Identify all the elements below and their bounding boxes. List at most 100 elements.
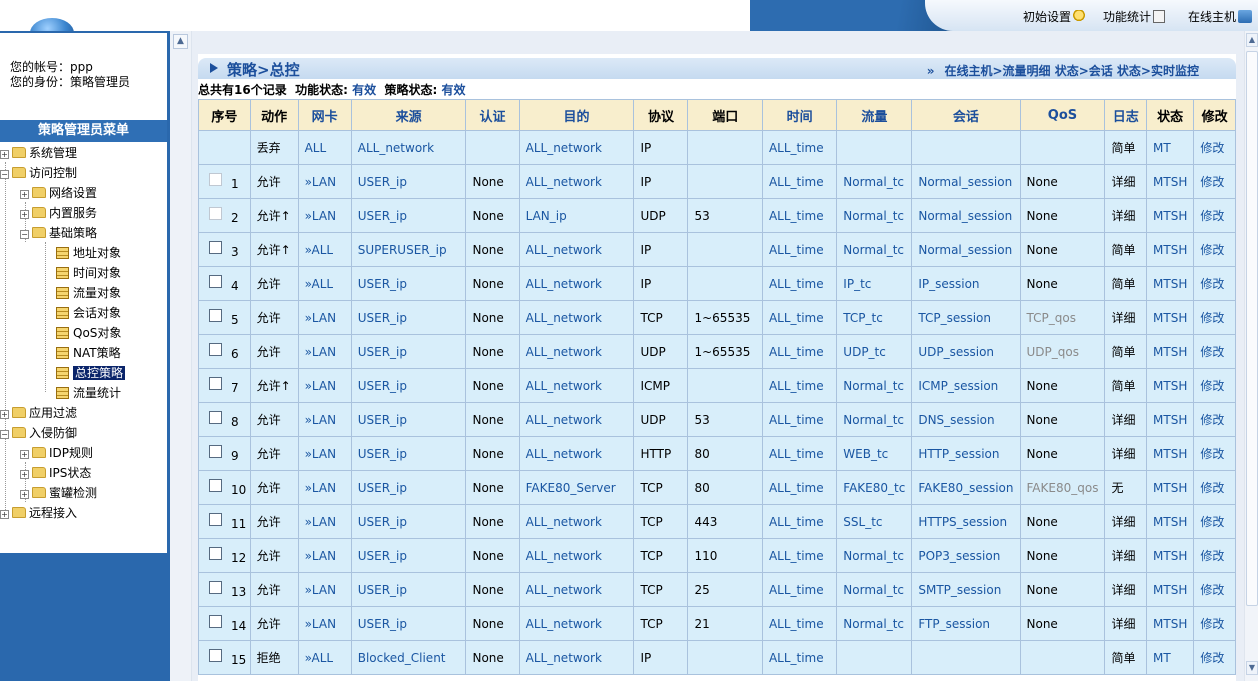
col-header-source[interactable]: 来源 [350, 99, 467, 131]
cell-nic[interactable]: »LAN [297, 538, 352, 573]
cell-status[interactable]: MTSH [1146, 300, 1195, 335]
cell-status[interactable]: MTSH [1146, 266, 1195, 301]
cell-session[interactable]: POP3_session [911, 538, 1021, 573]
cell-source[interactable]: USER_ip [350, 266, 467, 301]
edit-link[interactable]: 修改 [1193, 266, 1236, 301]
cell-nic[interactable]: »LAN [297, 470, 352, 505]
cell-source[interactable]: USER_ip [350, 300, 467, 335]
online-hosts-link[interactable]: 在线主机 [1188, 8, 1253, 25]
cell-status[interactable]: MTSH [1146, 198, 1195, 233]
edit-link[interactable]: 修改 [1193, 402, 1236, 437]
edit-link[interactable]: 修改 [1193, 572, 1236, 607]
cell-source[interactable]: USER_ip [350, 572, 467, 607]
cell-destination[interactable]: ALL_network [518, 572, 635, 607]
cell-source[interactable]: USER_ip [350, 334, 467, 369]
cell-session[interactable]: FAKE80_session [911, 470, 1021, 505]
menu-item-time-objects[interactable]: 时间对象 [56, 263, 121, 283]
expand-icon[interactable]: + [20, 210, 29, 219]
cell-destination[interactable]: ALL_network [518, 368, 635, 403]
cell-source[interactable]: USER_ip [350, 402, 467, 437]
cell-time[interactable]: ALL_time [761, 198, 838, 233]
cell-destination[interactable]: ALL_network [518, 504, 635, 539]
expand-icon[interactable]: + [20, 470, 29, 479]
cell-source[interactable]: SUPERUSER_ip [350, 232, 467, 267]
cell-status[interactable]: MTSH [1146, 334, 1195, 369]
edit-link[interactable]: 修改 [1193, 198, 1236, 233]
row-select-checkbox[interactable] [209, 274, 222, 288]
initial-settings-link[interactable]: 初始设置 [1023, 8, 1086, 25]
menu-item-builtin-services[interactable]: + 内置服务 [20, 203, 97, 223]
cell-nic[interactable]: »LAN [297, 164, 352, 199]
menu-item-access-control[interactable]: − 访问控制 [0, 163, 77, 183]
cell-time[interactable]: ALL_time [761, 266, 838, 301]
menu-item-nat-policy[interactable]: NAT策略 [56, 343, 121, 363]
cell-session[interactable]: UDP_session [911, 334, 1021, 369]
cell-flow[interactable]: Normal_tc [836, 606, 913, 641]
cell-status[interactable]: MTSH [1146, 606, 1195, 641]
edit-link[interactable]: 修改 [1193, 130, 1236, 165]
col-header-time[interactable]: 时间 [761, 99, 838, 131]
cell-nic[interactable]: ALL [297, 130, 352, 165]
cell-flow[interactable]: Normal_tc [836, 538, 913, 573]
menu-item-intrusion-defense[interactable]: − 入侵防御 [0, 423, 77, 443]
col-header-session[interactable]: 会话 [911, 99, 1021, 131]
cell-nic[interactable]: »LAN [297, 504, 352, 539]
edit-link[interactable]: 修改 [1193, 606, 1236, 641]
cell-session[interactable]: HTTPS_session [911, 504, 1021, 539]
expand-icon[interactable]: + [0, 510, 9, 519]
cell-session[interactable]: TCP_session [911, 300, 1021, 335]
cell-destination[interactable]: FAKE80_Server [518, 470, 635, 505]
row-select-checkbox[interactable] [209, 546, 222, 560]
edit-link[interactable]: 修改 [1193, 232, 1236, 267]
cell-nic[interactable]: »LAN [297, 402, 352, 437]
row-select-checkbox[interactable] [209, 478, 222, 492]
cell-source[interactable]: USER_ip [350, 436, 467, 471]
cell-destination[interactable]: ALL_network [518, 606, 635, 641]
cell-time[interactable]: ALL_time [761, 640, 838, 675]
cell-destination[interactable]: ALL_network [518, 164, 635, 199]
cell-destination[interactable]: ALL_network [518, 402, 635, 437]
cell-nic[interactable]: »LAN [297, 436, 352, 471]
menu-item-system[interactable]: + 系统管理 [0, 143, 77, 163]
cell-flow[interactable]: UDP_tc [836, 334, 913, 369]
row-select-checkbox[interactable] [209, 410, 222, 424]
cell-status[interactable]: MTSH [1146, 368, 1195, 403]
cell-nic[interactable]: »ALL [297, 640, 352, 675]
row-select-checkbox[interactable] [209, 376, 222, 390]
edit-link[interactable]: 修改 [1193, 334, 1236, 369]
row-select-checkbox[interactable] [209, 614, 222, 628]
edit-link[interactable]: 修改 [1193, 164, 1236, 199]
cell-nic[interactable]: »LAN [297, 572, 352, 607]
cell-time[interactable]: ALL_time [761, 538, 838, 573]
col-header-flow[interactable]: 流量 [836, 99, 913, 131]
cell-time[interactable]: ALL_time [761, 334, 838, 369]
cell-flow[interactable]: Normal_tc [836, 164, 913, 199]
menu-item-ips-status[interactable]: + IPS状态 [20, 463, 91, 483]
cell-session[interactable]: Normal_session [911, 232, 1021, 267]
row-select-checkbox[interactable] [209, 648, 222, 662]
menu-item-remote-access[interactable]: + 远程接入 [0, 503, 77, 523]
cell-nic[interactable]: »LAN [297, 334, 352, 369]
cell-source[interactable]: Blocked_Client [350, 640, 467, 675]
cell-nic[interactable]: »ALL [297, 232, 352, 267]
cell-session[interactable]: HTTP_session [911, 436, 1021, 471]
cell-source[interactable]: USER_ip [350, 504, 467, 539]
scroll-down-arrow-icon[interactable]: ▼ [1246, 661, 1258, 675]
cell-flow[interactable]: TCP_tc [836, 300, 913, 335]
col-header-log[interactable]: 日志 [1104, 99, 1148, 131]
cell-status[interactable]: MTSH [1146, 402, 1195, 437]
cell-status[interactable]: MTSH [1146, 164, 1195, 199]
cell-flow[interactable]: FAKE80_tc [836, 470, 913, 505]
cell-destination[interactable]: ALL_network [518, 266, 635, 301]
cell-time[interactable]: ALL_time [761, 436, 838, 471]
cell-time[interactable]: ALL_time [761, 164, 838, 199]
cell-time[interactable]: ALL_time [761, 402, 838, 437]
scroll-up-arrow-icon[interactable]: ▲ [1246, 33, 1258, 47]
row-select-checkbox[interactable] [209, 172, 222, 186]
row-select-checkbox[interactable] [209, 512, 222, 526]
cell-source[interactable]: USER_ip [350, 470, 467, 505]
menu-item-app-filter[interactable]: + 应用过滤 [0, 403, 77, 423]
cell-source[interactable]: USER_ip [350, 538, 467, 573]
menu-item-honeypot[interactable]: + 蜜罐检测 [20, 483, 97, 503]
function-status-value[interactable]: 有效 [352, 83, 376, 97]
